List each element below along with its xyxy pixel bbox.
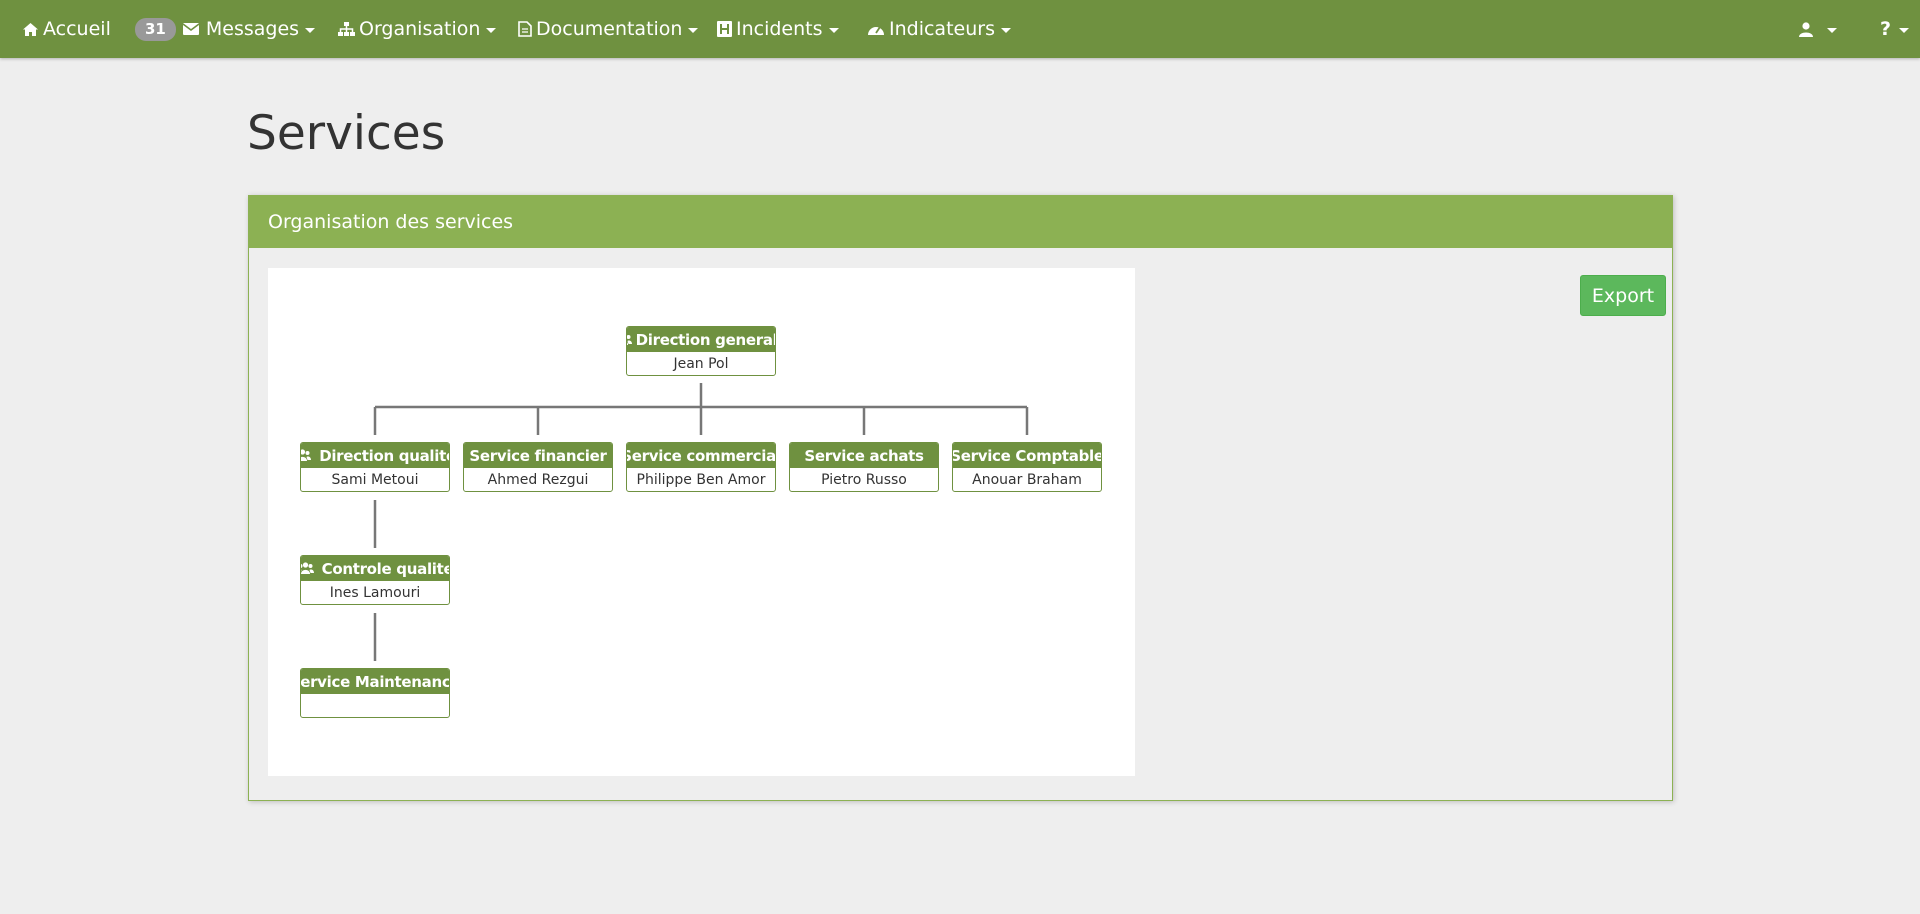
page-title: Services (247, 106, 446, 161)
nav-home[interactable]: Accueil (22, 0, 111, 58)
dashboard-icon (868, 26, 884, 35)
help-icon: ? (1880, 18, 1892, 40)
chevron-down-icon (828, 27, 839, 33)
document-icon (518, 21, 532, 37)
user-icon (1799, 21, 1813, 37)
node-title-label: Service achats (804, 446, 924, 465)
node-person: Sami Metoui (331, 471, 419, 488)
node-title: Controle qualite (301, 556, 449, 581)
nav-messages[interactable]: 31 Messages (135, 0, 316, 58)
nav-help-menu[interactable]: ? (1880, 0, 1910, 58)
org-node-service-maintenance[interactable]: Service Maintenance (300, 668, 450, 718)
home-icon (23, 22, 38, 36)
export-button[interactable]: Export (1580, 275, 1666, 316)
nav-incidents-label: Incidents (736, 18, 823, 40)
node-title-label: Service financier (469, 446, 607, 465)
chevron-down-icon (1000, 27, 1011, 33)
org-node-controle-qualite[interactable]: Controle qualite Ines Lamouri (300, 555, 450, 605)
org-node-service-commercial[interactable]: Service commercial Philippe Ben Amor (626, 442, 776, 492)
chevron-down-icon (1827, 27, 1837, 33)
nav-documentation[interactable]: Documentation (518, 0, 699, 58)
panel-heading: Organisation des services (249, 196, 1672, 248)
node-title: Service achats (790, 443, 938, 468)
group-icon (627, 335, 632, 345)
hospital-icon (717, 21, 732, 37)
node-person: Pietro Russo (821, 471, 907, 488)
node-person: Ines Lamouri (329, 584, 421, 601)
messages-count-badge: 31 (135, 17, 176, 41)
node-title-label: Direction generale (635, 330, 776, 349)
group-icon (301, 562, 314, 574)
chevron-down-icon (486, 27, 497, 33)
node-title-label: Service Maintenance (300, 672, 450, 691)
node-person: Jean Pol (673, 355, 729, 372)
org-chart: Direction generale Jean Pol Direction qu… (268, 268, 1135, 776)
node-title: Service financier (464, 443, 612, 468)
nav-home-label: Accueil (43, 18, 111, 40)
node-title-label: Direction qualite (319, 446, 450, 465)
node-title-label: Controle qualite (321, 559, 450, 578)
node-person: Philippe Ben Amor (636, 471, 766, 488)
top-navbar: Accueil 31 Messages Organisation Documen… (0, 0, 1920, 58)
node-title: Service Comptable (953, 443, 1101, 468)
group-icon (301, 449, 312, 461)
chevron-down-icon (305, 27, 316, 33)
node-title-label: Service Comptable (952, 446, 1102, 465)
node-title: Direction generale (627, 327, 775, 352)
nav-indicateurs-label: Indicateurs (889, 18, 995, 40)
node-person: Anouar Braham (972, 471, 1082, 488)
nav-organisation-label: Organisation (359, 18, 481, 40)
node-title: Service Maintenance (301, 669, 449, 694)
nav-user-menu[interactable] (1799, 0, 1837, 58)
org-node-direction-qualite[interactable]: Direction qualite Sami Metoui (300, 442, 450, 492)
org-node-service-financier[interactable]: Service financier Ahmed Rezgui (463, 442, 613, 492)
services-panel: Organisation des services Direction gene… (248, 195, 1673, 801)
nav-indicateurs[interactable]: Indicateurs (867, 0, 1011, 58)
org-node-direction-generale[interactable]: Direction generale Jean Pol (626, 326, 776, 376)
node-title: Service commercial (627, 443, 775, 468)
org-node-service-achats[interactable]: Service achats Pietro Russo (789, 442, 939, 492)
chevron-down-icon (1899, 27, 1910, 33)
panel-heading-label: Organisation des services (268, 211, 514, 233)
nav-organisation[interactable]: Organisation (338, 0, 497, 58)
node-person (301, 694, 449, 717)
nav-messages-label: Messages (205, 18, 300, 40)
nav-incidents[interactable]: Incidents (717, 0, 839, 58)
chevron-down-icon (688, 27, 699, 33)
node-person: Ahmed Rezgui (487, 471, 589, 488)
node-title: Direction qualite (301, 443, 449, 468)
org-node-service-comptable[interactable]: Service Comptable Anouar Braham (952, 442, 1102, 492)
envelope-icon (182, 23, 200, 35)
node-title-label: Service commercial (626, 446, 776, 465)
sitemap-icon (338, 21, 355, 36)
nav-documentation-label: Documentation (536, 18, 683, 40)
